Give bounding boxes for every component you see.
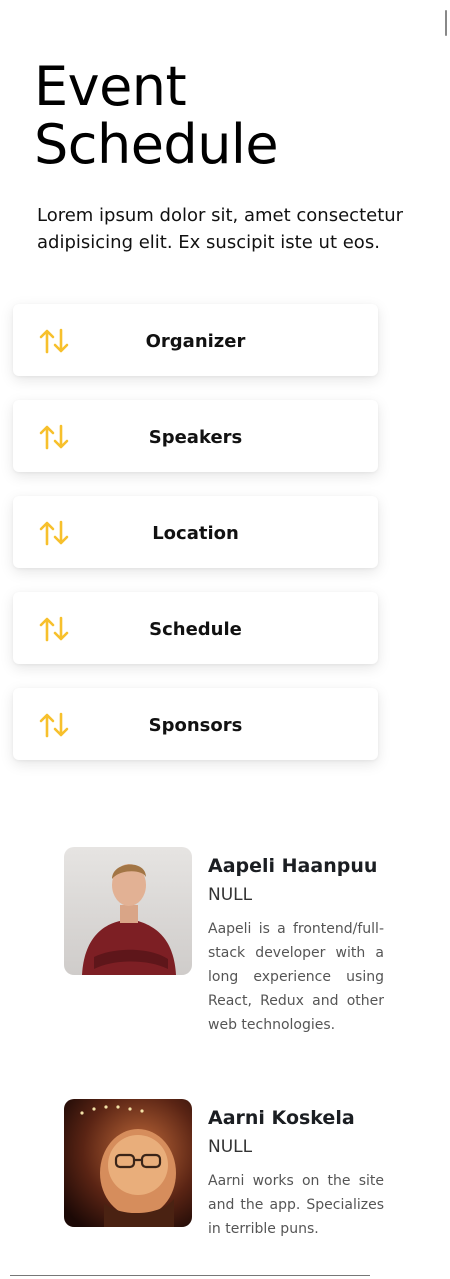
nav-card-sponsors[interactable]: Sponsors — [13, 688, 378, 760]
nav-card-schedule[interactable]: Schedule — [13, 592, 378, 664]
page-title-line-2: Schedule — [34, 113, 279, 176]
speaker-role: NULL — [208, 885, 253, 905]
speaker-name: Aarni Koskela — [208, 1107, 355, 1129]
page-title: Event Schedule — [34, 55, 279, 176]
scrollbar-thumb[interactable] — [445, 10, 447, 36]
nav-label-organizer: Organizer — [145, 331, 246, 352]
speaker-name: Aapeli Haanpuu — [208, 855, 378, 877]
page-title-line-1: Event — [34, 55, 187, 118]
nav-card-location[interactable]: Location — [13, 496, 378, 568]
bottom-divider — [10, 1275, 370, 1276]
nav-label-location: Location — [152, 523, 239, 544]
speaker-bio: Aarni works on the site and the app. Spe… — [208, 1173, 384, 1237]
nav-label-sponsors: Sponsors — [148, 715, 243, 736]
nav-label-speakers: Speakers — [148, 427, 243, 448]
speaker-role: NULL — [208, 1137, 253, 1157]
speaker-bio: Aapeli is a frontend/full-stack develope… — [208, 921, 384, 1033]
nav-card-organizer[interactable]: Organizer — [13, 304, 378, 376]
speaker-avatar — [64, 1099, 192, 1227]
nav-label-schedule: Schedule — [149, 619, 242, 640]
nav-card-speakers[interactable]: Speakers — [13, 400, 378, 472]
speaker-card: Aarni Koskela NULL Aarni works on the si… — [64, 1099, 386, 1249]
speaker-avatar — [64, 847, 192, 975]
speaker-photo — [64, 847, 192, 975]
speaker-photo — [64, 1099, 192, 1227]
speaker-card: Aapeli Haanpuu NULL Aapeli is a frontend… — [64, 847, 386, 1047]
page-intro: Lorem ipsum dolor sit, amet consectetur … — [37, 205, 404, 253]
